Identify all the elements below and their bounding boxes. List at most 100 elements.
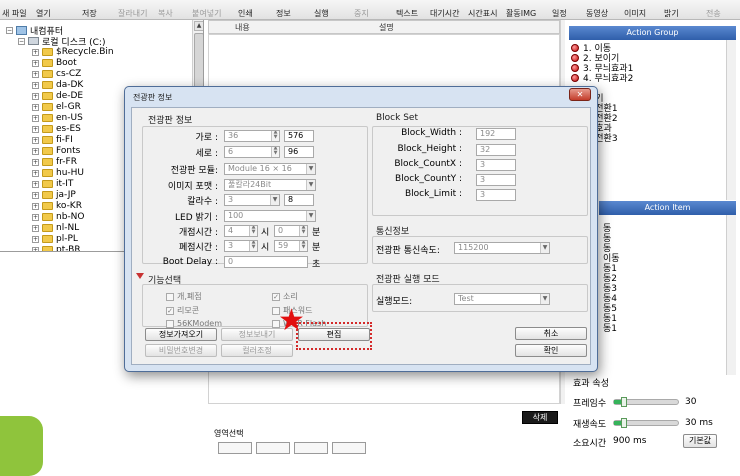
expand-icon[interactable]: +: [32, 125, 39, 133]
toolbar-button-13[interactable]: 활동IMG: [506, 0, 536, 19]
delete-button[interactable]: 삭제: [522, 411, 558, 424]
expand-icon[interactable]: +: [32, 136, 39, 144]
expand-icon[interactable]: +: [32, 70, 39, 78]
checkbox-4[interactable]: 56KModem: [166, 319, 222, 328]
color-count-select[interactable]: 3 ▼: [224, 194, 280, 206]
block-county-field[interactable]: 3: [476, 174, 516, 186]
spin-arrows-icon[interactable]: ▲ ▼: [249, 226, 257, 236]
block-height-field[interactable]: 32: [476, 144, 516, 156]
color-adjust-button[interactable]: 컬러조정: [221, 344, 293, 357]
action-item-scrollbar[interactable]: [726, 215, 736, 375]
dropdown-arrow-icon[interactable]: ▼: [306, 211, 315, 221]
toolbar-button-9[interactable]: 중지: [354, 0, 369, 19]
expand-icon[interactable]: +: [32, 169, 39, 177]
toolbar-button-14[interactable]: 일정: [552, 0, 567, 19]
area-button-4[interactable]: [332, 442, 366, 454]
width-px-field[interactable]: 576: [284, 130, 314, 142]
spin-arrows-icon[interactable]: ▲ ▼: [299, 241, 307, 251]
run-mode-select[interactable]: Test ▼: [454, 293, 550, 305]
toolbar-button-3[interactable]: 잘라내기: [118, 0, 147, 19]
scroll-thumb[interactable]: [194, 33, 203, 93]
toolbar-button-1[interactable]: 열기: [36, 0, 51, 19]
expand-icon[interactable]: +: [32, 59, 39, 67]
open-hour-spinner[interactable]: 4 ▲ ▼: [224, 225, 258, 237]
toolbar-button-5[interactable]: 붙여넣기: [192, 0, 221, 19]
block-width-field[interactable]: 192: [476, 128, 516, 140]
toolbar-button-16[interactable]: 이미지: [624, 0, 646, 19]
open-minute-spinner[interactable]: 0 ▲ ▼: [274, 225, 308, 237]
comm-speed-select[interactable]: 115200 ▼: [454, 242, 550, 254]
dropdown-arrow-icon[interactable]: ▼: [306, 180, 315, 190]
toolbar-button-8[interactable]: 실행: [314, 0, 329, 19]
spin-arrows-icon[interactable]: ▲ ▼: [271, 147, 279, 157]
close-icon[interactable]: ✕: [569, 88, 591, 101]
expand-icon[interactable]: +: [32, 224, 39, 232]
spin-arrows-icon[interactable]: ▲ ▼: [249, 241, 257, 251]
expand-icon[interactable]: +: [32, 180, 39, 188]
module-select[interactable]: Module 16 × 16 ▼: [224, 163, 316, 175]
toolbar-button-12[interactable]: 시간표시: [468, 0, 497, 19]
block-limit-field[interactable]: 3: [476, 189, 516, 201]
expand-icon[interactable]: +: [32, 48, 39, 56]
toolbar-button-11[interactable]: 대기시간: [430, 0, 459, 19]
unchecked-box-icon[interactable]: [166, 292, 174, 301]
checkbox-1[interactable]: ✓ 소리: [272, 291, 298, 302]
expand-icon[interactable]: +: [32, 246, 39, 251]
collapse-icon[interactable]: −: [18, 37, 25, 45]
width-spinner[interactable]: 36 ▲ ▼: [224, 130, 280, 142]
toolbar-button-18[interactable]: 전송: [706, 0, 721, 19]
frame-count-slider[interactable]: [613, 397, 679, 407]
toolbar-button-4[interactable]: 복사: [158, 0, 173, 19]
cancel-button[interactable]: 취소: [515, 327, 587, 340]
close-minute-spinner[interactable]: 59 ▲ ▼: [274, 240, 308, 252]
dropdown-arrow-icon[interactable]: ▼: [270, 195, 279, 205]
tree-node-folder[interactable]: + pt-BR: [32, 244, 81, 251]
checkbox-2[interactable]: ✓ 리모콘: [166, 305, 199, 316]
expand-icon[interactable]: +: [32, 103, 39, 111]
area-button-1[interactable]: [218, 442, 252, 454]
dropdown-arrow-icon[interactable]: ▼: [540, 243, 549, 253]
block-countx-field[interactable]: 3: [476, 159, 516, 171]
spin-arrows-icon[interactable]: ▲ ▼: [299, 226, 307, 236]
action-group-scrollbar[interactable]: [726, 40, 736, 200]
toolbar-button-6[interactable]: 인쇄: [238, 0, 253, 19]
toolbar-button-10[interactable]: 텍스트: [396, 0, 418, 19]
toolbar-button-7[interactable]: 정보: [276, 0, 291, 19]
expand-icon[interactable]: +: [32, 191, 39, 199]
checked-box-icon[interactable]: ✓: [166, 306, 174, 315]
area-button-2[interactable]: [256, 442, 290, 454]
get-info-button[interactable]: 정보가져오기: [145, 328, 217, 341]
expand-icon[interactable]: +: [32, 92, 39, 100]
expand-icon[interactable]: +: [32, 235, 39, 243]
checkbox-0[interactable]: 개,폐점: [166, 291, 202, 302]
toolbar-button-2[interactable]: 저장: [82, 0, 97, 19]
checked-box-icon[interactable]: ✓: [272, 292, 280, 301]
expand-icon[interactable]: +: [32, 147, 39, 155]
ok-button[interactable]: 확인: [515, 344, 587, 357]
slider-knob[interactable]: [620, 397, 627, 407]
height-spinner[interactable]: 6 ▲ ▼: [224, 146, 280, 158]
expand-icon[interactable]: +: [32, 202, 39, 210]
play-speed-slider[interactable]: [613, 418, 679, 428]
toolbar-button-0[interactable]: 새 파일: [2, 0, 27, 19]
area-button-3[interactable]: [294, 442, 328, 454]
column-header-content[interactable]: 내용: [235, 22, 250, 33]
expand-icon[interactable]: +: [32, 114, 39, 122]
column-header-description[interactable]: 설명: [379, 22, 394, 33]
unchecked-box-icon[interactable]: [166, 319, 174, 328]
dropdown-arrow-icon[interactable]: ▼: [540, 294, 549, 304]
color-bits-field[interactable]: 8: [284, 194, 314, 206]
toolbar-button-15[interactable]: 동영상: [586, 0, 608, 19]
expand-icon[interactable]: +: [32, 213, 39, 221]
collapse-icon[interactable]: −: [6, 26, 13, 34]
action-group-item[interactable]: 4. 무늬효과2: [571, 72, 633, 84]
format-select[interactable]: 풀칼라24Bit ▼: [224, 179, 316, 191]
slider-knob[interactable]: [620, 418, 627, 428]
scroll-up-arrow-icon[interactable]: ▲: [194, 21, 203, 31]
expand-icon[interactable]: +: [32, 158, 39, 166]
expand-icon[interactable]: +: [32, 81, 39, 89]
close-hour-spinner[interactable]: 3 ▲ ▼: [224, 240, 258, 252]
default-button[interactable]: 기본값: [683, 434, 717, 448]
boot-delay-field[interactable]: 0: [224, 256, 308, 268]
height-px-field[interactable]: 96: [284, 146, 314, 158]
